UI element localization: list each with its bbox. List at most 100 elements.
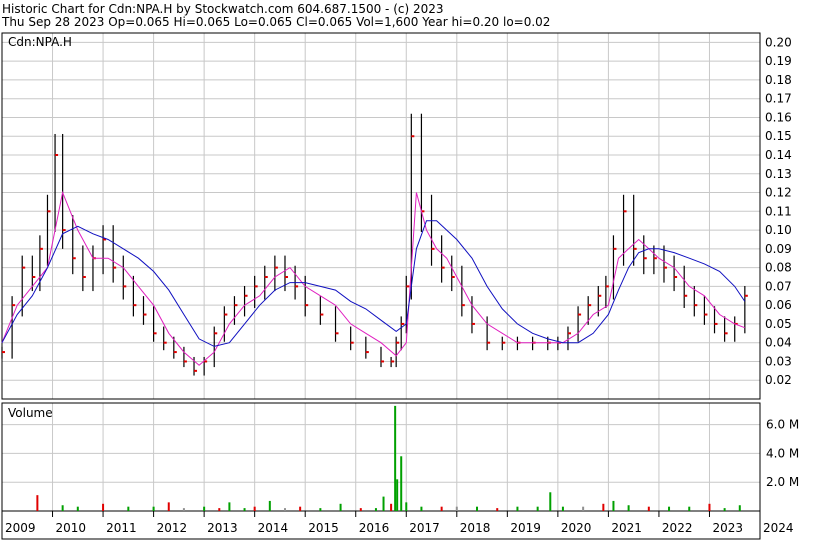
volume-y-tick-label: 2.0 M [766,475,799,489]
price-grid [2,41,760,381]
volume-bar [612,500,615,511]
volume-bar [339,503,342,511]
volume-bar [738,505,741,511]
volume-bar [127,506,130,511]
price-close-tick [264,276,268,278]
price-y-tick-label: 0.10 [765,223,792,237]
price-close-tick [274,266,278,269]
x-tick-label: 2014 [258,521,289,535]
volume-bar [455,506,458,511]
volume-bar [549,492,552,511]
volume-bar [496,508,499,511]
volume-bar [688,506,691,511]
price-close-tick [82,276,86,278]
price-close-tick [12,304,16,307]
price-close-tick [234,304,238,307]
price-close-tick [133,304,137,307]
price-close-tick [244,294,248,297]
price-close-tick [406,285,410,288]
price-close-tick [704,313,708,316]
price-close-tick [451,276,455,278]
volume-grid [2,424,760,483]
price-close-tick [194,369,198,372]
volume-bar [167,502,170,511]
price-y-tick-label: 0.04 [765,336,792,350]
price-close-tick [39,247,43,250]
x-tick-label: 2021 [611,521,642,535]
price-close-tick [471,322,475,325]
price-close-tick [441,266,445,269]
x-tick-label: 2022 [662,521,693,535]
price-close-tick [623,210,627,213]
volume-bar [396,479,399,511]
price-close-tick [224,313,228,316]
price-close-tick [411,135,415,138]
price-close-tick [143,313,147,316]
price-close-tick [487,341,491,344]
price-y-tick-label: 0.16 [765,110,792,124]
x-tick-label: 2019 [510,521,541,535]
price-y-tick-label: 0.02 [765,373,792,387]
price-y-tick-label: 0.17 [765,92,792,106]
price-ticks [2,135,748,372]
volume-bar [228,502,231,511]
volume-bar [647,506,650,511]
volume-panel-frame [1,402,761,512]
x-tick-label: 2011 [106,521,137,535]
x-tick-label: 2012 [157,521,188,535]
price-close-tick [295,285,299,288]
price-close-tick [502,341,506,344]
price-close-tick [598,294,602,297]
price-close-tick [396,341,400,344]
price-close-tick [724,332,728,335]
price-close-tick [123,285,127,288]
volume-bar [359,508,362,511]
volume-bar [405,502,408,511]
volume-bar [319,508,322,511]
price-y-tick-label: 0.12 [765,186,792,200]
volume-bar [390,503,393,511]
stock-chart: Cdn:NPA.H Volume 0.20 0.19 0.18 0.17 0.16 0.1… [1,32,799,540]
price-close-tick [605,285,609,288]
volume-bar [203,506,206,511]
price-close-tick [381,360,384,363]
volume-bar [536,506,539,511]
volume-bar [152,506,155,511]
price-close-tick [613,247,617,250]
volume-bar [36,495,39,511]
price-close-tick [461,304,465,307]
volume-bar [602,503,605,511]
volume-bar [182,508,185,511]
price-close-tick [401,322,405,325]
price-close-tick [320,313,324,316]
price-y-tick-label: 0.05 [765,317,792,331]
price-close-tick [714,322,718,325]
price-close-tick [350,341,354,344]
x-tick-label: 2023 [712,521,743,535]
x-tick-label: 2010 [56,521,87,535]
price-y-tick-label: 0.19 [765,54,792,68]
volume-y-tick-label: 6.0 M [766,418,799,432]
price-close-tick [431,247,435,250]
price-close-tick [22,266,26,269]
price-y-tick-label: 0.07 [765,279,792,293]
volume-bar [476,506,479,511]
price-close-tick [47,210,51,213]
price-y-tick-label: 0.06 [765,298,792,312]
price-close-tick [2,351,5,354]
price-y-tick-label: 0.08 [765,261,792,275]
volume-bar [76,506,79,511]
volume-bar [627,505,630,511]
price-y-tick-label: 0.13 [765,167,792,181]
chart-window: Historic Chart for Cdn:NPA.H by Stockwat… [0,0,830,543]
volume-bar [516,506,519,511]
volume-bar [394,405,397,511]
x-tick-label: 2016 [359,521,390,535]
price-y-tick-label: 0.03 [765,354,792,368]
price-close-tick [663,266,667,269]
price-close-tick [578,313,582,316]
volume-bar [102,503,105,511]
volume-bar [561,506,564,511]
price-close-tick [163,341,167,344]
x-tick-label: 2024 [763,521,794,535]
